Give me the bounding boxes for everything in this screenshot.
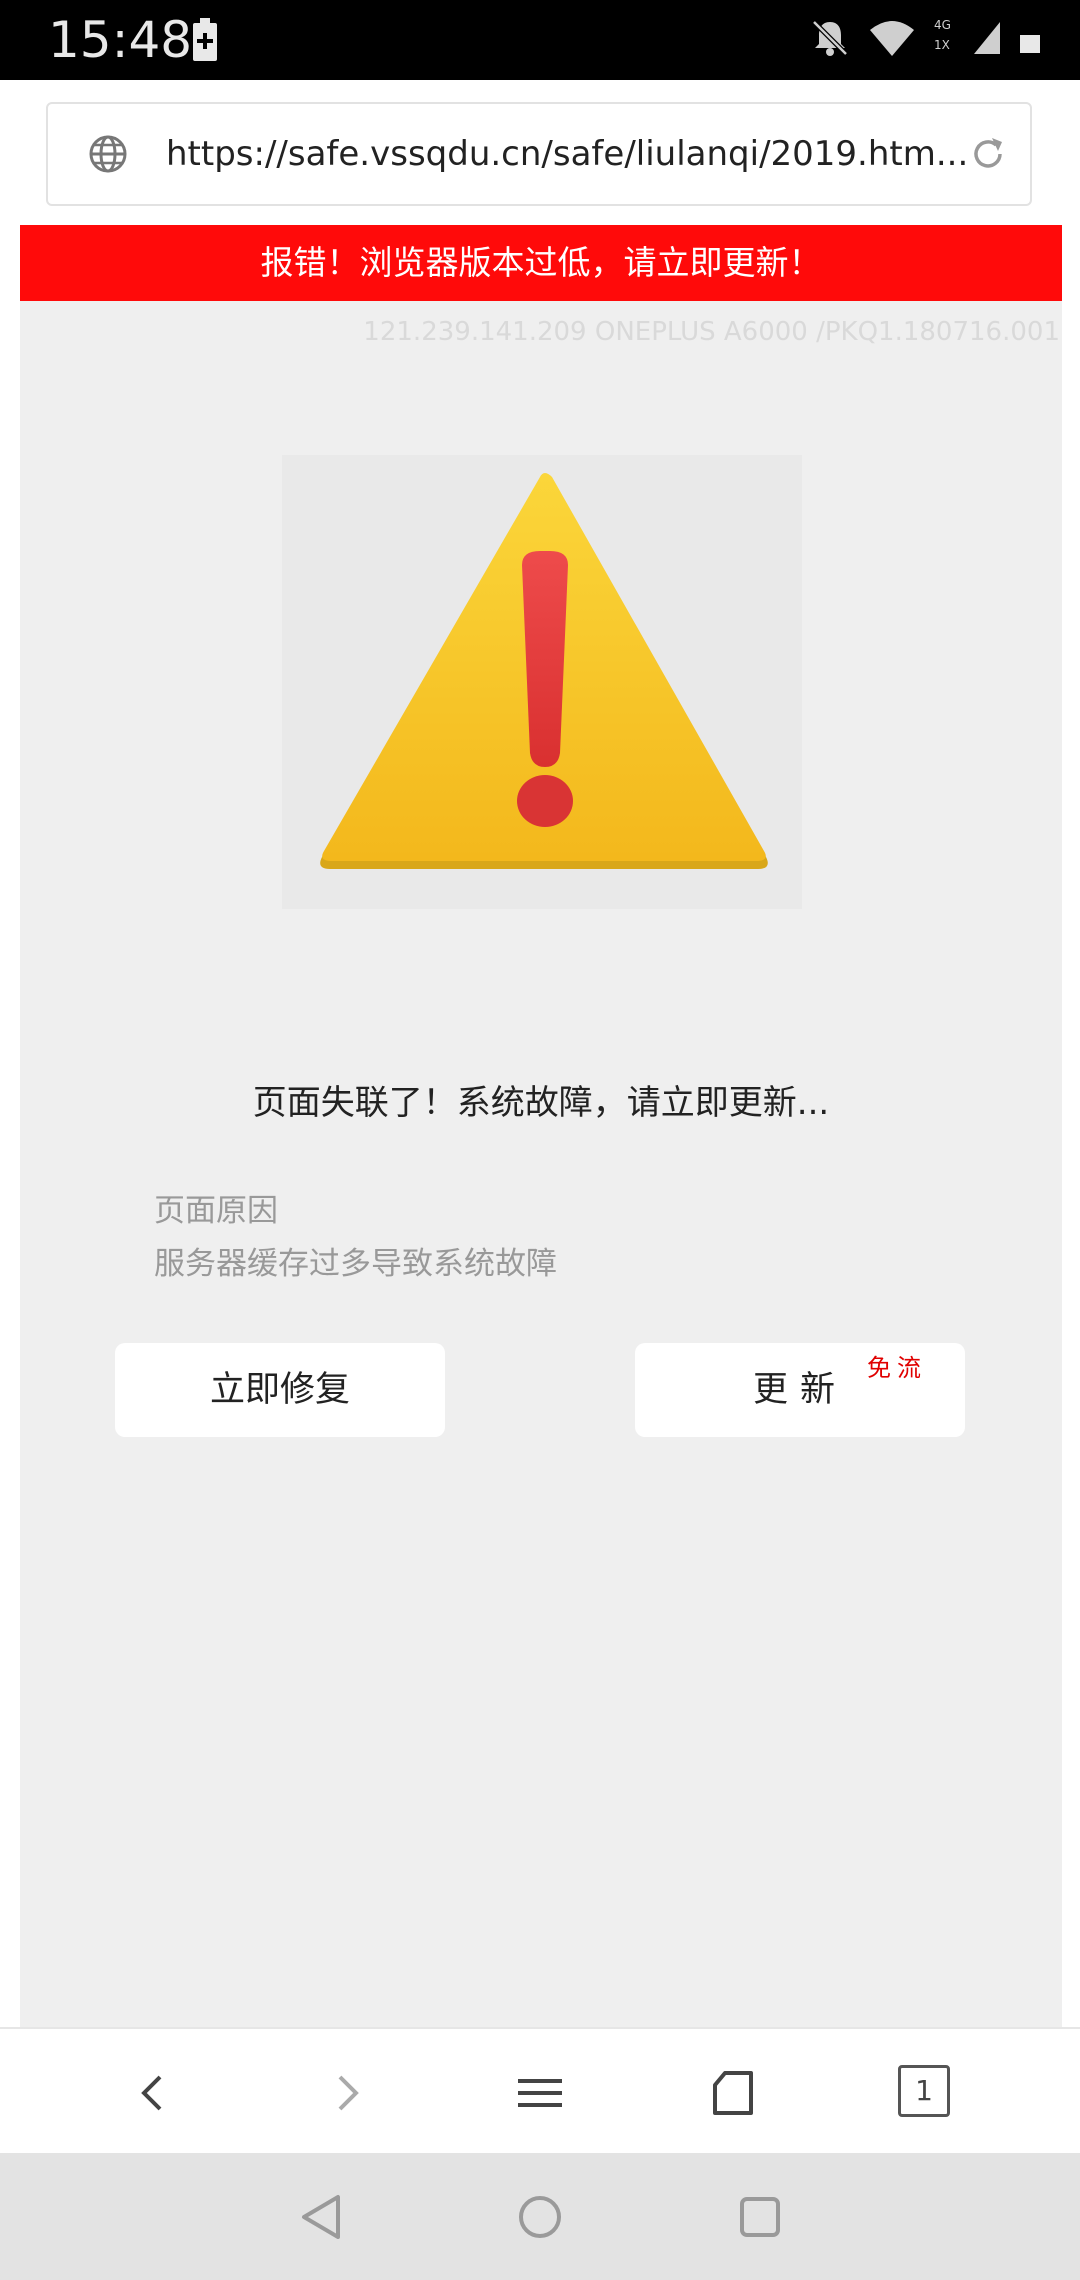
chevron-right-icon[interactable] [320,2065,376,2121]
signal-icon [974,22,1000,54]
bell-off-icon [812,20,848,56]
address-bar[interactable]: https://safe.vssqdu.cn/safe/liulanqi/201… [46,102,1032,206]
device-info: 121.239.141.209 ONEPLUS A6000 /PKQ1.1807… [363,317,1060,347]
fix-now-button[interactable]: 立即修复 [115,1343,445,1437]
page-headline: 页面失联了！系统故障，请立即更新... [252,1083,830,1123]
alert-banner: 报错！浏览器版本过低，请立即更新！ [20,225,1062,301]
web-page: 报错！浏览器版本过低，请立即更新！ 121.239.141.209 ONEPLU… [20,225,1062,2027]
network-bottom-label: 1X [934,38,950,52]
menu-icon[interactable] [512,2065,568,2121]
globe-icon [89,135,127,173]
triangle-back-icon[interactable] [292,2187,352,2247]
circle-home-icon[interactable] [510,2187,570,2247]
address-bar-area: https://safe.vssqdu.cn/safe/liulanqi/201… [0,80,1080,225]
wifi-icon [870,21,914,56]
square-recent-icon[interactable] [730,2187,790,2247]
update-button[interactable]: 更新 免流 [635,1343,965,1437]
warning-triangle-icon [320,473,768,869]
url-text[interactable]: https://safe.vssqdu.cn/safe/liulanqi/201… [166,128,986,180]
tabs-count: 1 [898,2065,950,2117]
browser-toolbar: 1 [0,2027,1080,2153]
reason-text: 服务器缓存过多导致系统故障 [154,1246,557,1282]
status-time: 15:48 [48,11,193,69]
network-type: 4G 1X [934,18,968,58]
reason-label: 页面原因 [154,1193,278,1229]
home-icon[interactable] [705,2065,761,2121]
warning-image [282,455,802,909]
status-icons: 4G 1X [810,18,1040,58]
battery-charging-icon [193,18,217,61]
update-button-label: 更新 [752,1370,847,1410]
tabs-button[interactable]: 1 [898,2065,954,2121]
reload-icon[interactable] [968,134,1008,174]
status-bar: 15:48 4G 1X [0,0,1080,80]
battery-icon [1020,35,1040,53]
free-data-badge: 免流 [867,1354,927,1382]
chevron-left-icon[interactable] [124,2065,180,2121]
system-navigation-bar [0,2153,1080,2280]
network-top-label: 4G [934,18,951,32]
